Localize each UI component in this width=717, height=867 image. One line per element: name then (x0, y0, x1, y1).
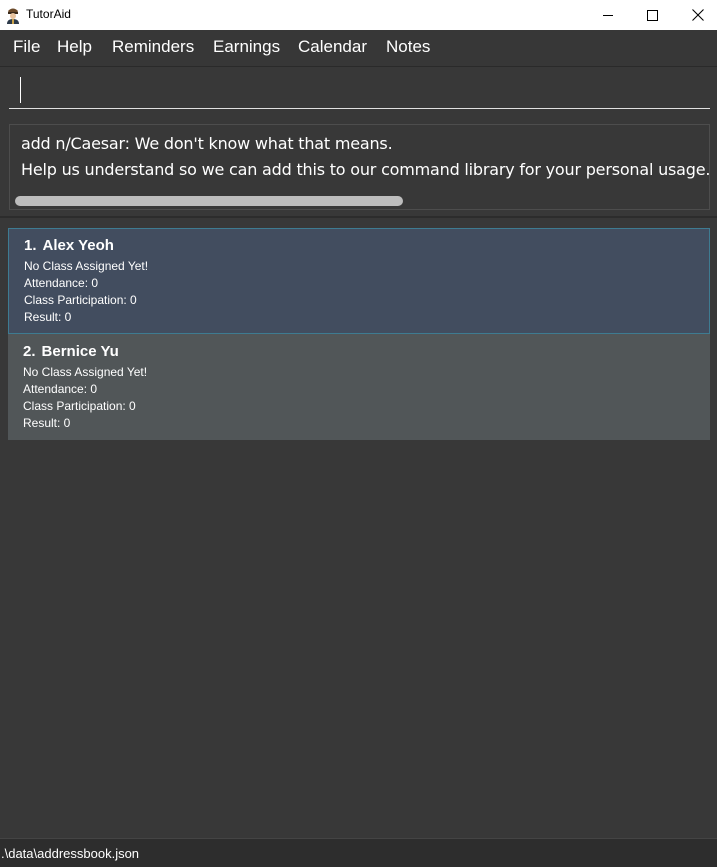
menu-file[interactable]: File (13, 37, 40, 57)
person-class: No Class Assigned Yet! (23, 365, 148, 379)
maximize-icon (646, 9, 658, 21)
person-list: 1. Alex Yeoh No Class Assigned Yet! Atten… (8, 228, 710, 440)
menu-notes[interactable]: Notes (386, 37, 430, 57)
person-name: Alex Yeoh (42, 237, 114, 254)
person-index: 2. (23, 343, 36, 360)
menu-reminders[interactable]: Reminders (112, 37, 194, 57)
close-button[interactable] (675, 0, 717, 30)
menu-help[interactable]: Help (57, 37, 92, 57)
window-title: TutorAid (26, 7, 71, 21)
app-window: TutorAid File Help Reminders Earnings Ca… (0, 0, 717, 867)
person-name-row: 2. Bernice Yu (23, 343, 710, 360)
person-name: Bernice Yu (41, 343, 119, 360)
horizontal-scrollbar[interactable] (15, 196, 705, 206)
save-location-path: .\data\addressbook.json (1, 846, 140, 861)
command-input[interactable] (9, 75, 710, 109)
person-result: Result: 0 (23, 416, 71, 430)
title-bar: TutorAid (0, 0, 717, 30)
close-icon (692, 9, 704, 21)
person-card[interactable]: 1. Alex Yeoh No Class Assigned Yet! Atten… (8, 228, 710, 334)
person-participation: Class Participation: 0 (23, 399, 136, 413)
command-box (0, 67, 717, 117)
result-message-line-1: add n/Caesar: We don't know what that me… (21, 134, 393, 153)
minimize-icon (603, 15, 613, 16)
menu-bar: File Help Reminders Earnings Calendar No… (0, 30, 717, 67)
person-index: 1. (24, 237, 37, 254)
tutor-person-icon (7, 8, 19, 24)
menu-earnings[interactable]: Earnings (213, 37, 280, 57)
result-display: add n/Caesar: We don't know what that me… (9, 124, 710, 210)
status-bar: .\data\addressbook.json (0, 838, 717, 867)
person-class: No Class Assigned Yet! (24, 259, 149, 273)
maximize-button[interactable] (629, 0, 675, 30)
menu-calendar[interactable]: Calendar (298, 37, 367, 57)
person-result: Result: 0 (24, 310, 72, 324)
text-caret (20, 77, 21, 103)
person-attendance: Attendance: 0 (24, 276, 99, 290)
divider (0, 216, 717, 218)
person-name-row: 1. Alex Yeoh (24, 237, 709, 254)
person-attendance: Attendance: 0 (23, 382, 98, 396)
result-message-line-2: Help us understand so we can add this to… (21, 160, 710, 179)
minimize-button[interactable] (585, 0, 631, 30)
scrollbar-thumb[interactable] (15, 196, 403, 206)
person-card[interactable]: 2. Bernice Yu No Class Assigned Yet! Atte… (8, 334, 710, 440)
person-participation: Class Participation: 0 (24, 293, 137, 307)
